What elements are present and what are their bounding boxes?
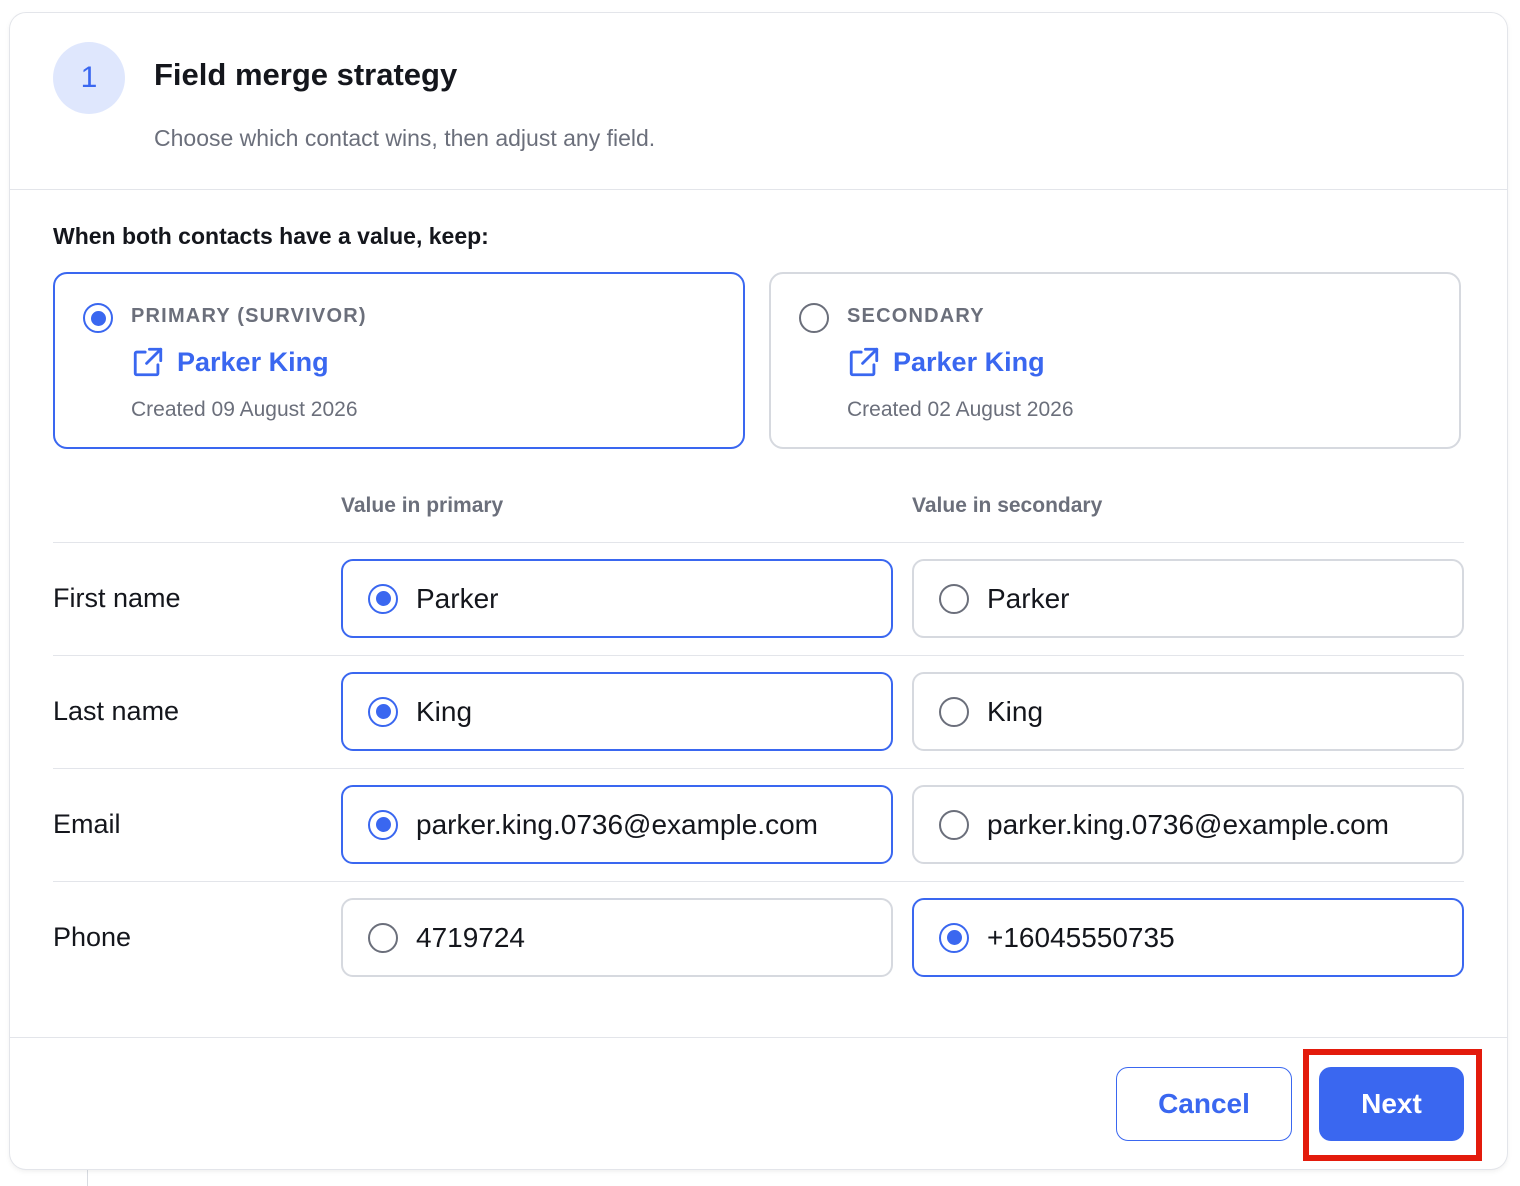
field-label-last-name: Last name: [53, 696, 180, 726]
last-name-primary-value: King: [416, 695, 473, 727]
primary-contact-option[interactable]: PRIMARY (SURVIVOR) Parker King Created 0…: [53, 272, 745, 449]
external-link-icon: [849, 347, 879, 377]
field-label-email: Email: [53, 809, 121, 839]
phone-secondary-radio[interactable]: [939, 922, 969, 953]
primary-role-label: PRIMARY (SURVIVOR): [131, 305, 367, 327]
first-name-primary-radio[interactable]: [368, 583, 398, 614]
merge-dialog: 1 Field merge strategy Choose which cont…: [10, 13, 1507, 1169]
next-button[interactable]: Next: [1319, 1067, 1464, 1141]
secondary-contact-link[interactable]: Parker King: [847, 345, 1045, 379]
phone-secondary-value: +16045550735: [987, 921, 1175, 953]
email-primary-value: parker.king.0736@example.com: [416, 808, 818, 840]
field-label-first-name: First name: [53, 583, 181, 613]
phone-primary-value: 4719724: [416, 921, 526, 953]
phone-secondary-option[interactable]: +16045550735: [912, 898, 1464, 977]
phone-primary-option[interactable]: 4719724: [341, 898, 893, 977]
step-badge: 1: [53, 42, 125, 114]
email-primary-option[interactable]: parker.king.0736@example.com: [341, 785, 893, 864]
primary-contact-radio[interactable]: [83, 303, 113, 333]
first-name-primary-value: Parker: [416, 582, 499, 614]
first-name-secondary-radio[interactable]: [939, 583, 969, 614]
row-divider: [53, 881, 1464, 882]
first-name-secondary-value: Parker: [987, 582, 1070, 614]
field-label-phone: Phone: [53, 922, 132, 952]
email-secondary-radio[interactable]: [939, 809, 969, 840]
secondary-contact-name: Parker King: [893, 346, 1045, 377]
page-subtitle: Choose which contact wins, then adjust a…: [154, 125, 656, 151]
email-secondary-option[interactable]: parker.king.0736@example.com: [912, 785, 1464, 864]
last-name-secondary-radio[interactable]: [939, 696, 969, 727]
secondary-contact-option[interactable]: SECONDARY Parker King Created 02 August …: [769, 272, 1461, 449]
external-link-icon: [133, 347, 163, 377]
last-name-primary-option[interactable]: King: [341, 672, 893, 751]
secondary-role-label: SECONDARY: [847, 305, 985, 327]
phone-primary-radio[interactable]: [368, 922, 398, 953]
row-divider: [53, 542, 1464, 543]
row-divider: [53, 768, 1464, 769]
primary-created-date: Created 09 August 2026: [131, 398, 358, 421]
first-name-primary-option[interactable]: Parker: [341, 559, 893, 638]
secondary-created-date: Created 02 August 2026: [847, 398, 1074, 421]
column-header-primary: Value in primary: [341, 494, 504, 517]
last-name-secondary-option[interactable]: King: [912, 672, 1464, 751]
footer-divider: [10, 1037, 1507, 1038]
background-divider: [87, 1168, 88, 1186]
last-name-secondary-value: King: [987, 695, 1044, 727]
keep-label: When both contacts have a value, keep:: [53, 223, 489, 249]
primary-contact-link[interactable]: Parker King: [131, 345, 329, 379]
column-header-secondary: Value in secondary: [912, 494, 1103, 517]
first-name-secondary-option[interactable]: Parker: [912, 559, 1464, 638]
primary-contact-name: Parker King: [177, 346, 329, 377]
cancel-button[interactable]: Cancel: [1116, 1067, 1292, 1141]
email-secondary-value: parker.king.0736@example.com: [987, 808, 1389, 840]
secondary-contact-radio[interactable]: [799, 303, 829, 333]
dialog-header: 1 Field merge strategy Choose which cont…: [10, 13, 1507, 190]
row-divider: [53, 655, 1464, 656]
page-title: Field merge strategy: [154, 57, 458, 92]
last-name-primary-radio[interactable]: [368, 696, 398, 727]
email-primary-radio[interactable]: [368, 809, 398, 840]
